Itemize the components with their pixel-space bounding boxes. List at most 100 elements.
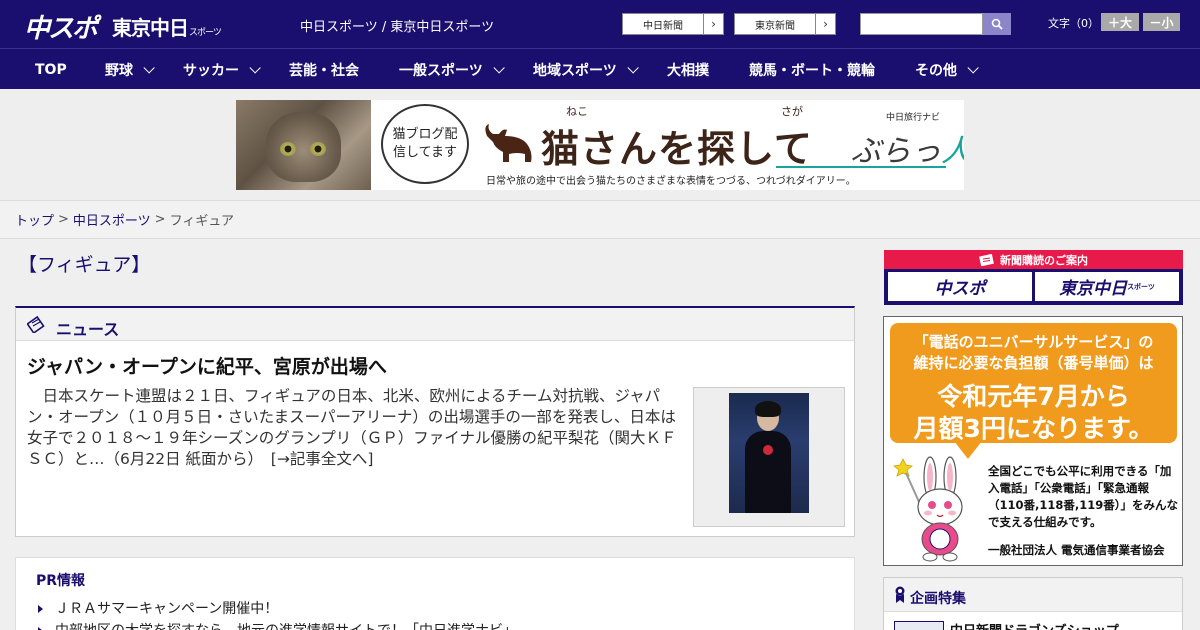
article-title-link[interactable]: ジャパン・オープンに紀平、宮原が出場へ <box>27 352 387 379</box>
nav-label: TOP <box>35 61 67 78</box>
ribbon-badge-icon <box>895 586 905 603</box>
tokyo-shimbun-link[interactable]: 東京新聞 › <box>734 13 836 35</box>
pr-item-link[interactable]: ＪＲＡサマーキャンペーン開催中！ <box>38 598 278 618</box>
nav-label: 野球 <box>105 62 133 79</box>
cat-eye-image <box>310 142 326 156</box>
site-caption: 中日スポーツ / 東京中日スポーツ <box>300 20 495 35</box>
breadcrumb: トップ > 中日スポーツ > フィギュア <box>0 201 1200 239</box>
font-size-label: 文字（0） <box>1048 17 1099 30</box>
nav-item-other[interactable]: その他 <box>915 49 979 90</box>
search-icon <box>991 18 1003 30</box>
burari-navi-logo: ぶらっ人 <box>851 126 964 170</box>
speech-bubble: 猫ブログ配信してます <box>381 104 469 184</box>
pr-section: PR情報 ＪＲＡサマーキャンペーン開催中！ 中部地区の大学を探すなら、地元の進学… <box>15 557 855 630</box>
nav-item-top[interactable]: TOP <box>35 49 67 90</box>
nav-label: 地域スポーツ <box>533 62 617 79</box>
navi-accent-text: 人 <box>941 134 964 169</box>
banner-title: 猫さんを探して <box>541 127 813 171</box>
breadcrumb-chunichi-sports-link[interactable]: 中日スポーツ <box>73 210 151 229</box>
nav-item-general-sports[interactable]: 一般スポーツ <box>399 49 505 90</box>
nav-item-entertainment[interactable]: 芸能・社会 <box>289 49 359 90</box>
chevron-right-icon: › <box>703 14 723 34</box>
chevron-right-icon: › <box>815 14 835 34</box>
breadcrumb-separator: > <box>154 212 166 227</box>
dragons-shop-link[interactable]: 中日新聞ドラゴンズショップ <box>950 620 1119 630</box>
news-section: ニュース ジャパン・オープンに紀平、宮原が出場へ 日本スケート連盟は２１日、フィ… <box>15 306 855 537</box>
article-photo[interactable] <box>693 387 845 527</box>
ad-line-1: 「電話のユニバーサルサービス」の <box>913 333 1154 351</box>
news-section-title: ニュース <box>56 320 120 339</box>
chevron-down-icon <box>493 61 505 74</box>
banner-subtitle: 日常や旅の途中で出会う猫たちのさまざまな表情をつづる、つれづれダイアリー。 <box>486 176 856 187</box>
page-title: 【フィギュア】 <box>18 254 151 276</box>
chunichi-shimbun-link[interactable]: 中日新聞 › <box>622 13 724 35</box>
nav-label: 大相撲 <box>667 62 709 79</box>
photo-figure-hair <box>755 401 781 417</box>
chevron-down-icon <box>249 61 261 74</box>
ad-line-3: 令和元年7月から <box>937 382 1130 411</box>
subscription-header-text: 新聞購読のご案内 <box>1000 253 1088 267</box>
cat-eye-image <box>280 142 296 156</box>
news-section-header: ニュース <box>16 308 854 341</box>
nav-item-local-sports[interactable]: 地域スポーツ <box>533 49 639 90</box>
breadcrumb-current: フィギュア <box>169 214 235 229</box>
nav-item-baseball[interactable]: 野球 <box>105 49 155 90</box>
bubble-text: 猫ブログ配信してます <box>392 127 458 160</box>
pr-section-title: PR情報 <box>36 573 86 589</box>
cat-blog-banner[interactable]: 猫ブログ配信してます ねこ さが 猫さんを探して 中日旅行ナビ ぶらっ人 日常や… <box>236 100 964 190</box>
newspaper-icon <box>979 253 994 266</box>
nav-item-soccer[interactable]: サッカー <box>183 49 261 90</box>
site-header: 中スポ 東京中日スポーツ 中日スポーツ / 東京中日スポーツ 中日新聞 › 東京… <box>0 0 1200 48</box>
ad-line-2: 維持に必要な負担額（番号単価）は <box>913 354 1154 372</box>
subscribe-tokyo-chunichi-label: 東京中日 <box>1059 279 1128 299</box>
banner-navi-caption: 中日旅行ナビ <box>886 113 941 123</box>
cat-face-image <box>266 112 341 182</box>
ad-headline-panel: 「電話のユニバーサルサービス」の 維持に必要な負担額（番号単価）は 令和元年7月… <box>890 323 1177 443</box>
main-nav: TOP 野球 サッカー 芸能・社会 一般スポーツ 地域スポーツ 大相撲 競馬・ボ… <box>0 48 1200 89</box>
universal-service-ad[interactable]: 「電話のユニバーサルサービス」の 維持に必要な負担額（番号単価）は 令和元年7月… <box>883 316 1183 566</box>
cat-photo <box>236 100 371 190</box>
cat-silhouette-icon <box>485 124 532 162</box>
subscribe-chuspo-button[interactable]: 中スポ <box>888 272 1032 301</box>
font-smaller-button[interactable]: －小 <box>1143 13 1180 31</box>
breadcrumb-top-link[interactable]: トップ <box>15 210 54 229</box>
read-more-link[interactable]: [→記事全文へ] <box>271 450 374 468</box>
banner-area: 猫ブログ配信してます ねこ さが 猫さんを探して 中日旅行ナビ ぶらっ人 日常や… <box>0 89 1200 201</box>
rabbit-mascot-icon <box>893 456 963 562</box>
nav-label: その他 <box>915 62 957 79</box>
special-feature-title: 企画特集 <box>910 591 966 607</box>
chuspo-logo[interactable]: 中スポ <box>24 8 98 45</box>
chevron-down-icon <box>627 61 639 74</box>
nav-item-racing[interactable]: 競馬・ボート・競輪 <box>749 49 875 90</box>
skater-photo <box>729 393 809 513</box>
banner-ruby: さが <box>781 105 803 118</box>
subscribe-tokyo-chunichi-button[interactable]: 東京中日 スポーツ <box>1035 272 1179 301</box>
chevron-down-icon <box>143 61 155 74</box>
banner-ruby: ねこ <box>566 105 588 118</box>
article-summary: 日本スケート連盟は２１日、フィギュアの日本、北米、欧州によるチーム対抗戦、ジャパ… <box>27 386 687 470</box>
tokyo-chunichi-logo-text: 東京中日 <box>112 16 189 40</box>
ad-description: 全国どこでも公平に利用できる「加入電話」「公衆電話」「緊急通報（110番,118… <box>988 464 1179 529</box>
tokyo-shimbun-label: 東京新聞 <box>755 20 795 32</box>
chunichi-shimbun-label: 中日新聞 <box>643 20 683 32</box>
newspaper-icon <box>27 315 45 333</box>
ad-line-4: 月額3円になります。 <box>913 414 1154 443</box>
ad-organization: 一般社団法人 電気通信事業者協会 <box>988 543 1165 557</box>
nav-label: 競馬・ボート・競輪 <box>749 62 875 79</box>
nav-label: 一般スポーツ <box>399 62 483 79</box>
pr-item-link[interactable]: 中部地区の大学を探すなら、地元の進学情報サイトで！「中日進学ナビ」 <box>38 620 517 630</box>
tokyo-chunichi-logo[interactable]: 東京中日スポーツ <box>112 12 222 41</box>
nav-label: サッカー <box>183 62 239 79</box>
special-feature-header: 企画特集 <box>884 578 1182 612</box>
breadcrumb-separator: > <box>58 212 69 227</box>
font-larger-button[interactable]: ＋大 <box>1101 13 1139 31</box>
subscription-header: 新聞購読のご案内 <box>884 250 1183 269</box>
nav-item-sumo[interactable]: 大相撲 <box>667 49 709 90</box>
tokyo-chunichi-logo-small: スポーツ <box>189 28 222 38</box>
photo-rose-corsage <box>763 445 773 455</box>
chevron-down-icon <box>967 61 979 74</box>
search-input[interactable] <box>860 13 983 35</box>
search-button[interactable] <box>983 13 1011 35</box>
nav-label: 芸能・社会 <box>289 62 359 79</box>
dragons-shop-thumbnail[interactable] <box>894 621 944 630</box>
